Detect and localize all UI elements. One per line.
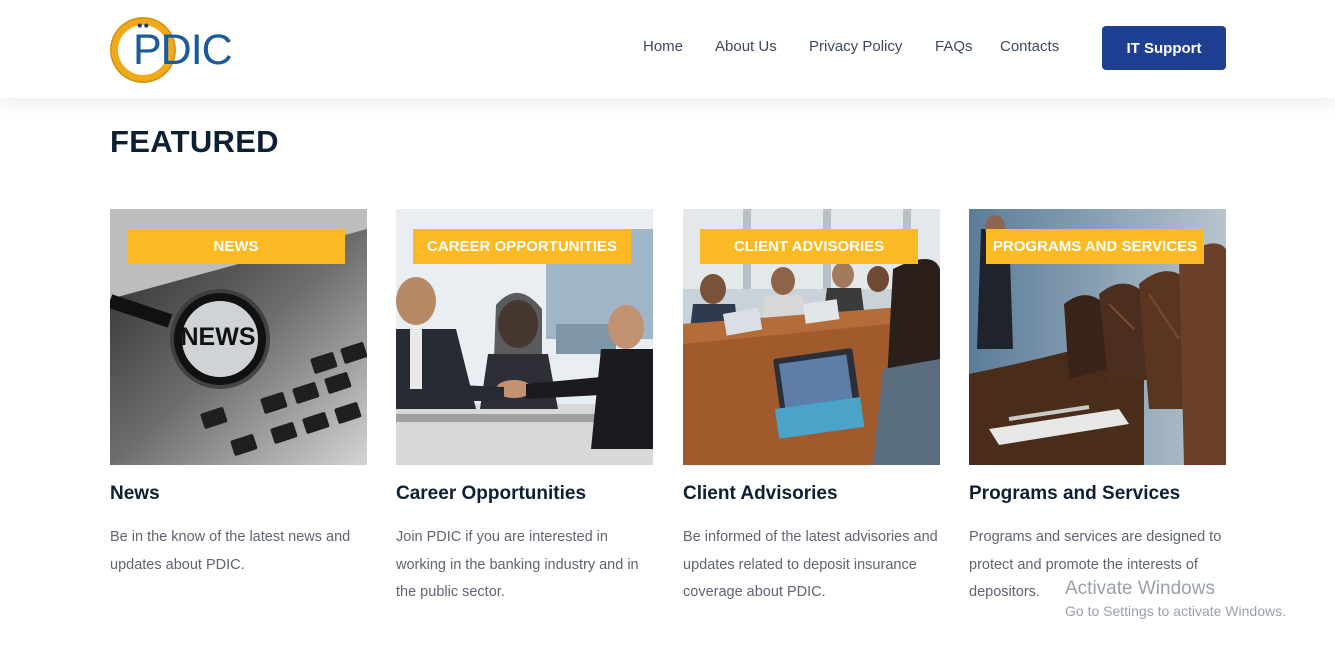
nav-contacts[interactable]: Contacts [1000,38,1059,55]
windows-activation-watermark: Activate Windows Go to Settings to activ… [1065,578,1286,621]
watermark-line2: Go to Settings to activate Windows. [1065,603,1286,619]
site-header: ● ● PDIC Home About Us Privacy Policy FA… [0,0,1335,98]
featured-card-career[interactable]: CAREER OPPORTUNITIES Career Opportunitie… [396,209,653,600]
card-title-career[interactable]: Career Opportunities [396,483,586,505]
programs-image[interactable]: PROGRAMS AND SERVICES [969,209,1226,465]
nav-home[interactable]: Home [643,38,683,55]
news-image[interactable]: NEWS NEWS [110,209,367,465]
featured-card-advisories[interactable]: CLIENT ADVISORIES Client Advisories Be i… [683,209,940,600]
advisories-image[interactable]: CLIENT ADVISORIES [683,209,940,465]
card-title-advisories[interactable]: Client Advisories [683,483,838,505]
nav-privacy-policy[interactable]: Privacy Policy [809,38,902,55]
pdic-logo[interactable]: ● ● PDIC [109,14,249,86]
card-desc-news: Be in the know of the latest news and up… [110,529,351,573]
card-desc-career: Join PDIC if you are interested in worki… [396,529,639,600]
tag-client-advisories: CLIENT ADVISORIES [700,229,918,264]
card-title-programs[interactable]: Programs and Services [969,483,1180,505]
card-title-news[interactable]: News [110,483,160,505]
featured-card-programs[interactable]: PROGRAMS AND SERVICES Programs and Servi… [969,209,1226,600]
logo-text: PDIC [133,26,233,74]
featured-heading: FEATURED [110,124,279,159]
tag-programs-and-services: PROGRAMS AND SERVICES [986,229,1204,264]
career-image[interactable]: CAREER OPPORTUNITIES [396,209,653,465]
watermark-line1: Activate Windows [1065,578,1215,599]
card-desc-advisories: Be informed of the latest advisories and… [683,529,938,600]
tag-news: NEWS [127,229,345,264]
news-image-text: NEWS [181,323,256,351]
nav-faqs[interactable]: FAQs [935,38,973,55]
nav-about-us[interactable]: About Us [715,38,777,55]
featured-card-news[interactable]: NEWS NEWS News Be in the know of the lat… [110,209,367,573]
tag-career-opportunities: CAREER OPPORTUNITIES [413,229,631,264]
it-support-button[interactable]: IT Support [1102,26,1226,70]
